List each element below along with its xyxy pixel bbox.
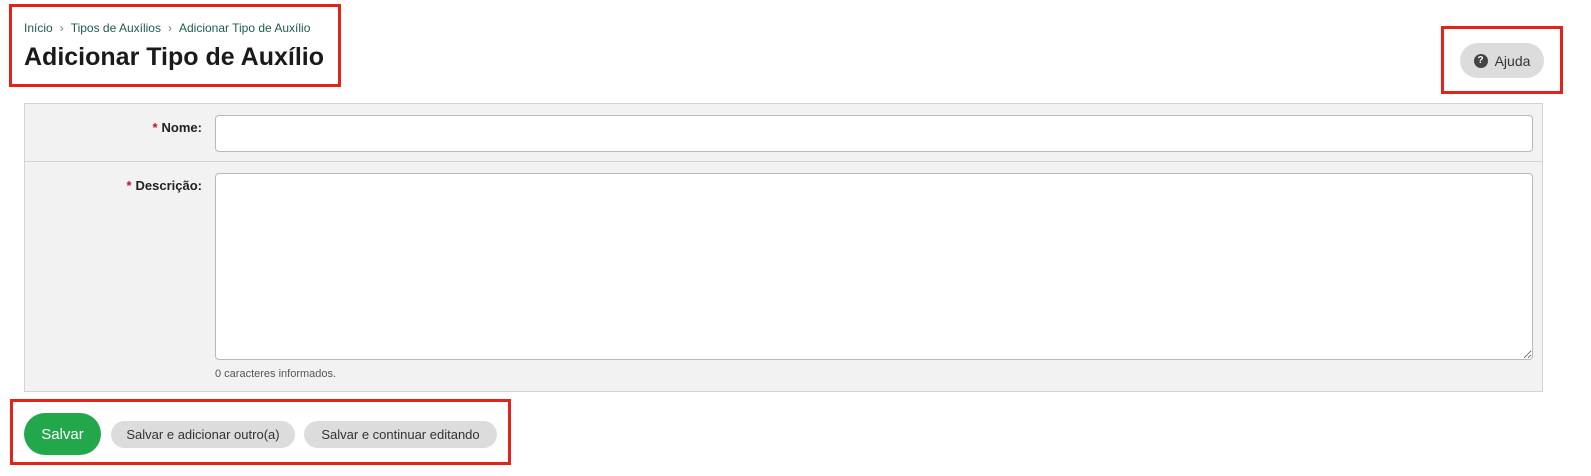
description-label-text: Descrição:	[135, 178, 202, 193]
description-textarea[interactable]	[215, 173, 1533, 360]
required-marker: *	[152, 120, 158, 135]
name-field-label: * Nome:	[152, 120, 202, 135]
breadcrumb-separator-icon: ›	[59, 21, 64, 35]
required-marker: *	[126, 178, 132, 193]
form-panel: * Nome: * Descrição: 0 caracteres informad…	[24, 103, 1543, 392]
help-button[interactable]: ? Ajuda	[1460, 43, 1544, 78]
breadcrumb: Início › Tipos de Auxílios › Adicionar T…	[24, 21, 310, 35]
save-button[interactable]: Salvar	[24, 413, 101, 455]
breadcrumb-item-home[interactable]: Início	[24, 21, 53, 35]
name-label-text: Nome:	[161, 120, 202, 135]
breadcrumb-item-current[interactable]: Adicionar Tipo de Auxílio	[179, 21, 310, 35]
name-input[interactable]	[215, 115, 1533, 152]
description-field-label: * Descrição:	[126, 178, 202, 193]
character-count: 0 caracteres informados.	[215, 368, 337, 380]
row-divider	[25, 161, 1542, 162]
breadcrumb-separator-icon: ›	[167, 21, 172, 35]
save-and-continue-editing-button[interactable]: Salvar e continuar editando	[304, 421, 497, 448]
page-title: Adicionar Tipo de Auxílio	[24, 43, 325, 71]
help-button-label: Ajuda	[1494, 52, 1531, 69]
breadcrumb-item-aid-types[interactable]: Tipos de Auxílios	[71, 21, 161, 35]
save-and-add-another-button[interactable]: Salvar e adicionar outro(a)	[111, 421, 295, 448]
question-circle-icon: ?	[1473, 53, 1488, 68]
